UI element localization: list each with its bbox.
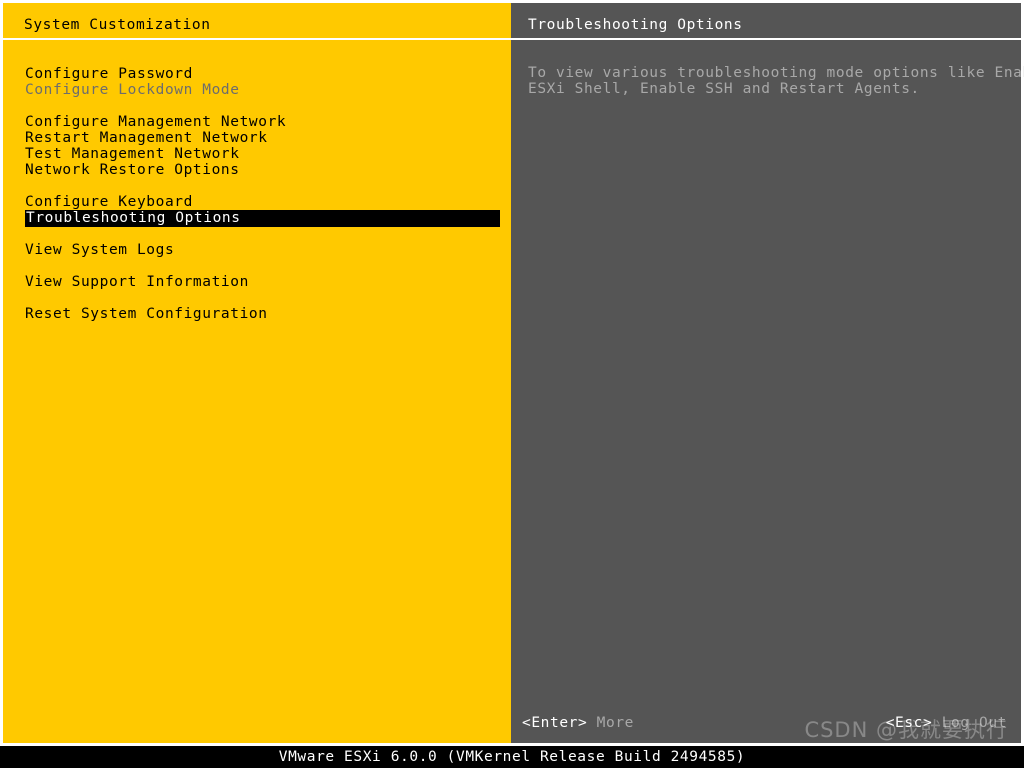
esc-action-spacer xyxy=(932,715,941,731)
esc-key-label: <Esc> xyxy=(885,715,933,731)
menu-item-configure-password[interactable]: Configure Password xyxy=(25,66,193,83)
detail-panel-description: To view various troubleshooting mode opt… xyxy=(528,65,1024,97)
detail-panel-title: Troubleshooting Options xyxy=(528,17,743,33)
version-bar: VMware ESXi 6.0.0 (VMKernel Release Buil… xyxy=(0,746,1024,768)
left-panel-header: System Customization xyxy=(3,3,511,38)
menu-item-network-restore-options[interactable]: Network Restore Options xyxy=(25,162,240,179)
menu-item-configure-management-network[interactable]: Configure Management Network xyxy=(25,114,286,131)
enter-key-label: <Enter> xyxy=(522,715,588,731)
enter-action-text: More xyxy=(596,715,634,731)
page-title: System Customization xyxy=(24,17,211,33)
detail-header-divider xyxy=(511,38,1021,40)
menu-item-configure-lockdown-mode: Configure Lockdown Mode xyxy=(25,82,240,98)
system-customization-menu: Configure Password Configure Lockdown Mo… xyxy=(3,40,511,743)
esxi-version-text: VMware ESXi 6.0.0 (VMKernel Release Buil… xyxy=(278,749,746,765)
dcui-screen: System Customization Configure Password … xyxy=(0,0,1024,768)
description-line-1: To view various troubleshooting mode opt… xyxy=(528,65,1024,81)
hint-enter-more[interactable]: <Enter> More xyxy=(522,713,634,733)
menu-item-configure-keyboard[interactable]: Configure Keyboard xyxy=(25,194,193,211)
menu-item-reset-system-configuration[interactable]: Reset System Configuration xyxy=(25,306,268,323)
enter-action-label xyxy=(587,715,596,731)
menu-item-view-support-information[interactable]: View Support Information xyxy=(25,274,249,291)
system-customization-panel: System Customization Configure Password … xyxy=(0,0,511,746)
hint-esc-logout[interactable]: <Esc> Log Out xyxy=(886,713,1007,733)
menu-item-restart-management-network[interactable]: Restart Management Network xyxy=(25,130,268,147)
keyboard-hint-bar: <Enter> More <Esc> Log Out xyxy=(511,713,1021,733)
esc-action-text: Log Out xyxy=(941,715,1007,731)
menu-item-test-management-network[interactable]: Test Management Network xyxy=(25,146,240,163)
detail-panel: Troubleshooting Options To view various … xyxy=(511,0,1024,746)
menu-item-view-system-logs[interactable]: View System Logs xyxy=(25,242,174,259)
menu-item-troubleshooting-options[interactable]: Troubleshooting Options xyxy=(25,210,500,227)
description-line-2: ESXi Shell, Enable SSH and Restart Agent… xyxy=(528,81,920,97)
